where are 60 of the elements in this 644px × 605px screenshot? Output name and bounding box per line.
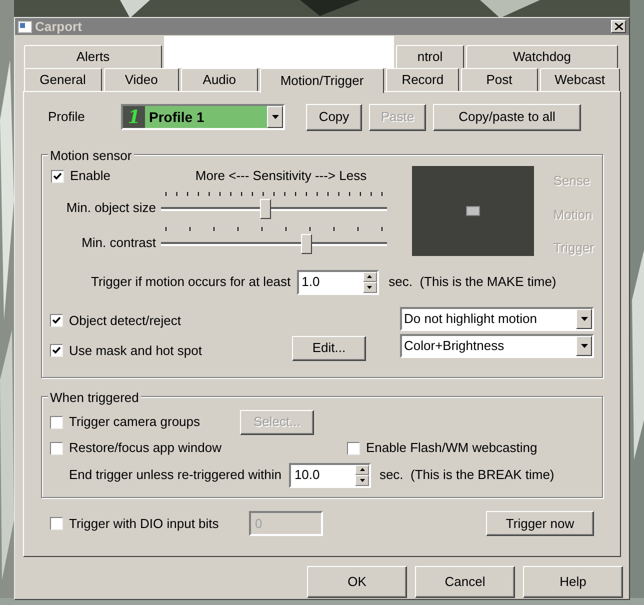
sensitivity-caption: More <--- Sensitivity ---> Less: [194, 167, 368, 186]
profile-dropdown[interactable]: 1 Profile 1: [121, 104, 285, 130]
checkbox[interactable]: [50, 314, 63, 327]
checkbox-label: Trigger camera groups: [69, 413, 200, 432]
checkbox-label: Object detect/reject: [69, 312, 181, 330]
tab[interactable]: Webcast: [540, 68, 620, 91]
break-label: End trigger unless re-triggered within: [69, 466, 282, 484]
slider-track[interactable]: [161, 198, 387, 220]
tab[interactable]: Video: [104, 68, 180, 91]
checkbox-label: Enable: [70, 167, 110, 186]
slider-label: Min. object size: [65, 198, 157, 217]
slider-label: Min. contrast: [80, 234, 157, 252]
button[interactable]: Trigger now: [486, 511, 594, 536]
checkbox[interactable]: [50, 416, 63, 428]
close-icon: [614, 23, 622, 30]
spin-field[interactable]: 1.0: [296, 270, 379, 294]
button[interactable]: Cancel: [415, 566, 515, 598]
field-value: 10.0: [293, 466, 321, 484]
tab[interactable]: Watchdog: [466, 45, 618, 68]
close-button[interactable]: [611, 20, 626, 33]
tab[interactable]: Post: [460, 68, 538, 91]
break-suffix: sec. (This is the BREAK time): [379, 466, 554, 484]
button[interactable]: Copy/paste to all: [433, 104, 581, 130]
window-title: Carport: [35, 18, 83, 36]
tab[interactable]: Alerts: [24, 45, 162, 68]
button[interactable]: Copy: [306, 104, 362, 130]
highlight-dropdown[interactable]: Do not highlight motion: [400, 306, 594, 330]
tab[interactable]: ntrol: [396, 45, 464, 68]
spin-field[interactable]: 10.0: [289, 462, 372, 488]
spin-buttons-icon[interactable]: [362, 272, 377, 292]
tab[interactable]: Record: [386, 68, 459, 91]
tab[interactable]: Audio: [181, 68, 258, 91]
field-value: 1.0: [300, 273, 321, 292]
spin-buttons-icon[interactable]: [355, 464, 370, 486]
profile-icon: 1: [123, 106, 145, 128]
tab[interactable]: Motion/Trigger: [260, 68, 384, 93]
checkbox[interactable]: [347, 442, 360, 454]
checkbox-label: Trigger with DIO input bits: [69, 514, 219, 533]
slider-track[interactable]: [161, 233, 387, 255]
make-suffix: sec. (This is the MAKE time): [388, 273, 556, 292]
button[interactable]: Help: [523, 566, 623, 598]
button[interactable]: Edit...: [292, 336, 366, 360]
checkbox[interactable]: [51, 170, 64, 182]
checkbox[interactable]: [50, 442, 63, 454]
motion-marker-icon: [466, 206, 480, 216]
slider-thumb[interactable]: [300, 234, 312, 254]
make-label: Trigger if motion occurs for at least: [91, 273, 291, 292]
checkbox[interactable]: [50, 344, 63, 358]
button[interactable]: OK: [307, 566, 407, 598]
profile-label: Profile: [48, 108, 86, 126]
tab[interactable]: General: [24, 68, 102, 91]
window-icon: [18, 20, 32, 32]
checkbox-label: Restore/focus app window: [69, 439, 222, 458]
checkbox-label: Enable Flash/WM webcasting: [366, 439, 538, 458]
dropdown-value: Color+Brightness: [403, 336, 506, 355]
dropdown-value: Do not highlight motion: [403, 310, 538, 328]
checkbox-label: Use mask and hot spot: [69, 342, 202, 360]
slider-thumb[interactable]: [260, 199, 271, 219]
mode-dropdown[interactable]: Color+Brightness: [400, 334, 594, 358]
dropdown-value: Profile 1: [148, 108, 206, 126]
